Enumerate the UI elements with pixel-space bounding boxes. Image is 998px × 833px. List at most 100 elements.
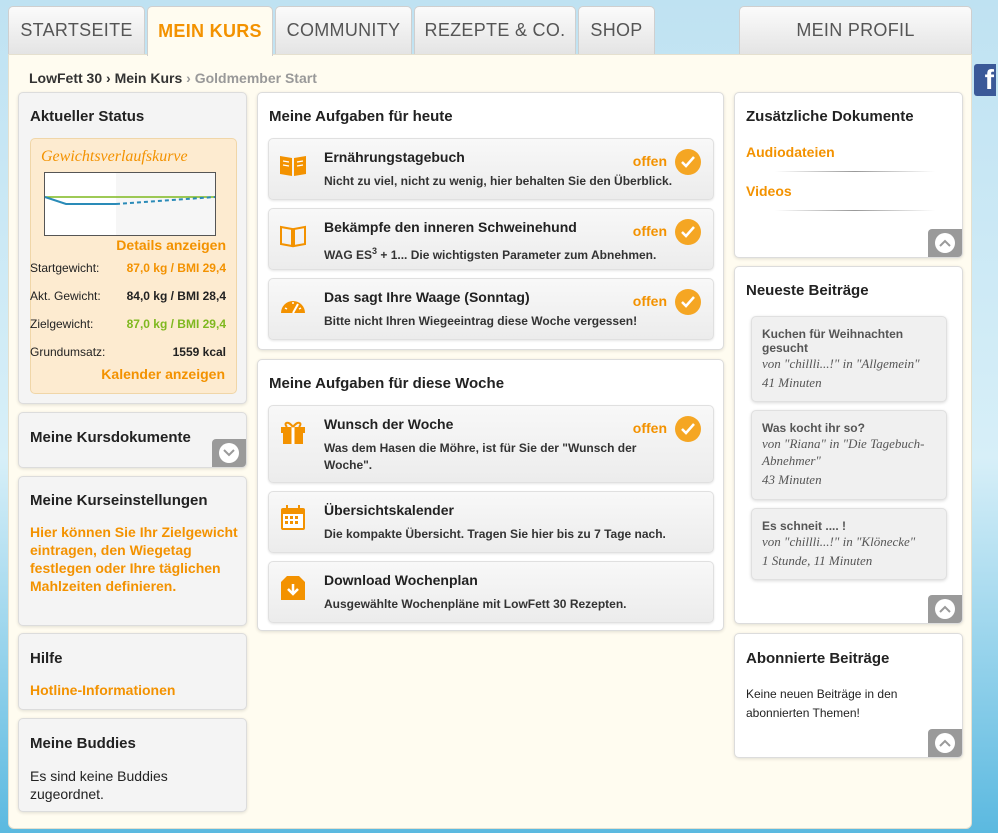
breadcrumb-current: Goldmember Start [194, 70, 317, 86]
chevron-up-icon [939, 239, 951, 247]
kursdokumente-title: Meine Kursdokumente [30, 429, 191, 446]
status-row-label: Zielgewicht: [30, 317, 94, 331]
task-item[interactable]: Wunsch der Woche Was dem Hasen die Möhre… [268, 405, 714, 483]
status-row-value: 84,0 kg / BMI 28,4 [126, 289, 226, 303]
subscribed-panel: Abonnierte Beiträge Keine neuen Beiträge… [734, 633, 963, 758]
post-title: Was kocht ihr so? [762, 421, 865, 435]
tab-community[interactable]: COMMUNITY [275, 6, 412, 54]
status-row-value: 1559 kcal [172, 345, 226, 359]
hilfe-panel: Hilfe Hotline-Informationen [18, 633, 247, 710]
task-title: Übersichtskalender [324, 502, 454, 518]
check-icon [675, 289, 701, 315]
collapse-button[interactable] [928, 595, 962, 623]
task-description: Ausgewählte Wochenpläne mit LowFett 30 R… [324, 597, 627, 611]
kurseinstellungen-link[interactable]: Hier können Sie Ihr Zielgewicht eintrage… [30, 523, 242, 595]
book-icon [280, 156, 306, 176]
post-age: 43 Minuten [762, 472, 822, 487]
status-row-label: Grundumsatz: [30, 345, 106, 359]
chevron-up-icon [939, 605, 951, 613]
post-item[interactable]: Kuchen für Weihnachten gesucht von "chil… [751, 316, 947, 402]
breadcrumb-item[interactable]: Mein Kurs [115, 70, 183, 86]
kursdokumente-panel: Meine Kursdokumente [18, 412, 247, 468]
collapse-button[interactable] [928, 229, 962, 257]
calendar-link[interactable]: Kalender anzeigen [101, 366, 225, 382]
docs-link-audio[interactable]: Audiodateien [746, 144, 835, 160]
breadcrumb-separator: › [106, 70, 111, 86]
status-panel: Aktueller Status Gewichtsverlaufskurve D… [18, 92, 247, 404]
post-age: 1 Stunde, 11 Minuten [762, 553, 873, 568]
kurseinstellungen-panel: Meine Kurseinstellungen Hier können Sie … [18, 476, 247, 626]
open-book-icon [280, 225, 306, 248]
task-item[interactable]: Ernährungstagebuch Nicht zu viel, nicht … [268, 138, 714, 200]
tab-rezepte[interactable]: REZEPTE & CO. [414, 6, 576, 54]
status-row-label: Akt. Gewicht: [30, 289, 101, 303]
task-title: Ernährungstagebuch [324, 149, 465, 165]
docs-panel: Zusätzliche Dokumente Audiodateien Video… [734, 92, 963, 258]
post-title: Es schneit .... ! [762, 519, 847, 533]
task-title: Bekämpfe den inneren Schweinehund [324, 219, 577, 235]
tab-startseite[interactable]: STARTSEITE [8, 6, 145, 54]
subscribed-title: Abonnierte Beiträge [746, 650, 890, 667]
today-tasks-panel: Meine Aufgaben für heute Ernährungstageb… [257, 92, 724, 350]
task-description: WAG ES3 + 1... Die wichtigsten Parameter… [324, 243, 674, 264]
details-link[interactable]: Details anzeigen [116, 237, 226, 253]
tab-shop[interactable]: SHOP [578, 6, 655, 54]
buddies-title: Meine Buddies [30, 735, 136, 752]
download-box-icon [281, 576, 305, 600]
divider [775, 210, 935, 211]
task-description: Bitte nicht Ihren Wiegeeintrag diese Woc… [324, 314, 638, 328]
hotline-link[interactable]: Hotline-Informationen [30, 682, 175, 698]
scale-icon [281, 301, 305, 314]
breadcrumb-item[interactable]: LowFett 30 [29, 70, 102, 86]
task-description: Die kompakte Übersicht. Tragen Sie hier … [324, 527, 666, 541]
calendar-icon [281, 505, 305, 530]
weight-chart[interactable] [44, 172, 216, 236]
post-title: Kuchen für Weihnachten gesucht [762, 327, 904, 355]
check-icon [675, 416, 701, 442]
today-title: Meine Aufgaben für heute [269, 108, 453, 125]
posts-panel: Neueste Beiträge Kuchen für Weihnachten … [734, 266, 963, 624]
task-item[interactable]: Bekämpfe den inneren Schweinehund WAG ES… [268, 208, 714, 270]
task-item[interactable]: Download Wochenplan Ausgewählte Wochenpl… [268, 561, 714, 623]
task-status: offen [632, 153, 667, 169]
week-title: Meine Aufgaben für diese Woche [269, 375, 505, 392]
check-icon [675, 149, 701, 175]
task-title: Das sagt Ihre Waage (Sonntag) [324, 289, 530, 305]
chevron-up-icon [939, 739, 951, 747]
collapse-button[interactable] [928, 729, 962, 757]
week-tasks-panel: Meine Aufgaben für diese Woche Wunsch de… [257, 359, 724, 631]
post-item[interactable]: Was kocht ihr so? von "Riana" in "Die Ta… [751, 410, 947, 500]
post-meta: von "chillli...!" in "Klönecke" [762, 534, 916, 549]
subscribed-text: Keine neuen Beiträge in den abonnierten … [746, 687, 898, 720]
tab-mein-kurs[interactable]: MEIN KURS [147, 6, 273, 56]
task-status: offen [632, 420, 667, 436]
post-meta: von "Riana" in "Die Tagebuch-Abnehmer" [762, 436, 925, 468]
gift-icon [281, 421, 305, 444]
post-meta: von "chillli...!" in "Allgemein" [762, 356, 920, 371]
breadcrumb-separator: › [186, 70, 191, 86]
task-desc-part: + 1... Die wichtigsten Parameter zum Abn… [377, 248, 657, 262]
tab-mein-profil[interactable]: MEIN PROFIL [739, 6, 972, 54]
docs-link-videos[interactable]: Videos [746, 183, 792, 199]
status-row-value: 87,0 kg / BMI 29,4 [126, 261, 226, 275]
expand-button[interactable] [212, 439, 246, 467]
kurseinstellungen-title: Meine Kurseinstellungen [30, 492, 208, 509]
facebook-icon[interactable]: f [974, 64, 996, 96]
post-item[interactable]: Es schneit .... ! von "chillli...!" in "… [751, 508, 947, 580]
task-status: offen [632, 293, 667, 309]
task-description: Nicht zu viel, nicht zu wenig, hier beha… [324, 174, 673, 188]
task-item[interactable]: Übersichtskalender Die kompakte Übersich… [268, 491, 714, 553]
buddies-text: Es sind keine Buddies zugeordnet. [30, 768, 168, 802]
task-title: Download Wochenplan [324, 572, 478, 588]
chart-title: Gewichtsverlaufskurve [41, 148, 188, 165]
divider [775, 171, 935, 172]
status-title: Aktueller Status [30, 108, 145, 125]
task-title: Wunsch der Woche [324, 416, 454, 432]
task-desc-part: WAG ES [324, 248, 373, 262]
check-icon [675, 219, 701, 245]
status-row-label: Startgewicht: [30, 261, 100, 275]
task-item[interactable]: Das sagt Ihre Waage (Sonntag) Bitte nich… [268, 278, 714, 340]
status-row-value: 87,0 kg / BMI 29,4 [126, 317, 226, 331]
posts-title: Neueste Beiträge [746, 282, 869, 299]
breadcrumb: LowFett 30 › Mein Kurs › Goldmember Star… [29, 70, 317, 86]
